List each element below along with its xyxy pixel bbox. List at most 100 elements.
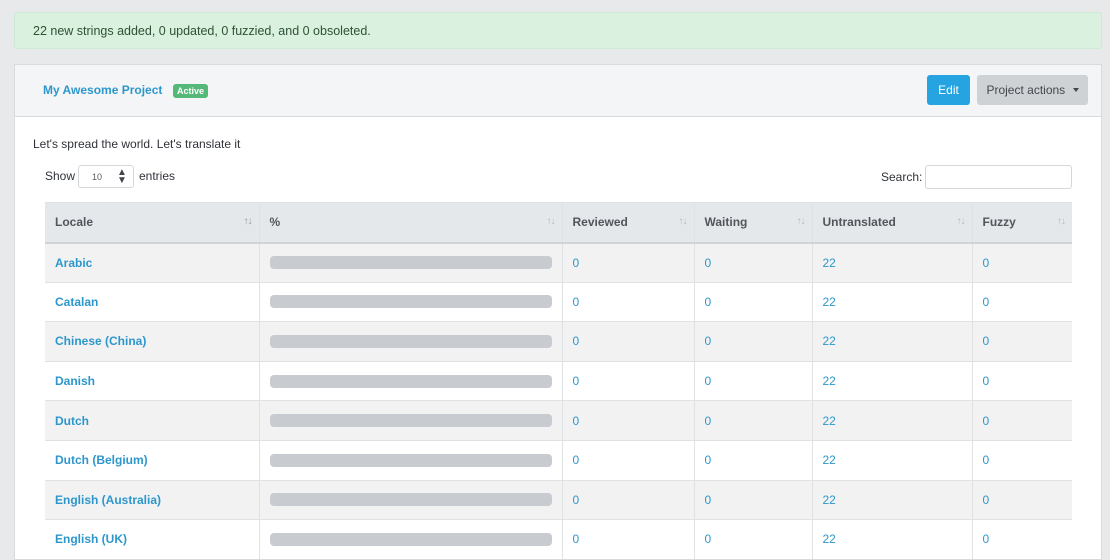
- untranslated-column-header[interactable]: Untranslated ↑↓: [812, 202, 973, 244]
- waiting-cell: 0: [694, 321, 813, 362]
- project-card: My Awesome Project Active Edit Project a…: [14, 64, 1102, 560]
- fuzzy-count-link[interactable]: 0: [983, 334, 990, 348]
- locale-link[interactable]: Dutch (Belgium): [55, 453, 148, 467]
- select-arrow-icon: ▲ ▼: [117, 167, 127, 186]
- reviewed-count-link[interactable]: 0: [573, 493, 580, 507]
- fuzzy-count-link[interactable]: 0: [983, 532, 990, 546]
- translation-progress-bar: [269, 532, 552, 546]
- waiting-count-link[interactable]: 0: [705, 334, 712, 348]
- waiting-column-header[interactable]: Waiting ↑↓: [694, 202, 813, 244]
- table-row: English (UK) 0 0 22 0: [45, 519, 1072, 559]
- fuzzy-cell: 0: [972, 519, 1072, 559]
- percent-column-header[interactable]: % ↑↓: [259, 202, 563, 244]
- untranslated-count-link[interactable]: 22: [823, 414, 836, 428]
- waiting-cell: 0: [694, 440, 813, 481]
- waiting-count-link[interactable]: 0: [705, 374, 712, 388]
- table-row: Dutch (Belgium) 0 0 22 0: [45, 440, 1072, 481]
- translation-progress-bar: [269, 334, 552, 348]
- waiting-count-link[interactable]: 0: [705, 532, 712, 546]
- untranslated-count-link[interactable]: 22: [823, 532, 836, 546]
- percent-cell: [259, 282, 563, 323]
- locale-link[interactable]: English (Australia): [55, 493, 161, 507]
- locale-cell: English (Australia): [45, 480, 260, 521]
- waiting-column-label: Waiting: [704, 215, 748, 230]
- untranslated-count-link[interactable]: 22: [823, 334, 836, 348]
- locale-link[interactable]: English (UK): [55, 532, 127, 546]
- reviewed-count-link[interactable]: 0: [573, 295, 580, 309]
- locale-link[interactable]: Catalan: [55, 295, 98, 309]
- untranslated-cell: 22: [812, 400, 973, 441]
- untranslated-count-link[interactable]: 22: [823, 493, 836, 507]
- waiting-cell: 0: [694, 519, 813, 559]
- fuzzy-cell: 0: [972, 361, 1072, 402]
- table-row: Dutch 0 0 22 0: [45, 400, 1072, 441]
- untranslated-count-link[interactable]: 22: [823, 453, 836, 467]
- locale-column-header[interactable]: Locale ↑↓: [45, 202, 260, 244]
- entries-select[interactable]: 10 ▲ ▼: [78, 165, 134, 188]
- untranslated-cell: 22: [812, 282, 973, 323]
- waiting-count-link[interactable]: 0: [705, 453, 712, 467]
- waiting-cell: 0: [694, 361, 813, 402]
- reviewed-count-link[interactable]: 0: [573, 334, 580, 348]
- waiting-cell: 0: [694, 400, 813, 441]
- table-body: Arabic 0 0 22 0 Catalan 0 0 22 0 Chinese (China) 0 0…: [45, 242, 1072, 559]
- table-row: Arabic 0 0 22 0: [45, 242, 1072, 283]
- percent-cell: [259, 361, 563, 402]
- translation-progress-bar: [269, 453, 552, 467]
- search-input[interactable]: [925, 165, 1072, 189]
- fuzzy-cell: 0: [972, 400, 1072, 441]
- locale-cell: English (UK): [45, 519, 260, 559]
- fuzzy-count-link[interactable]: 0: [983, 493, 990, 507]
- fuzzy-count-link[interactable]: 0: [983, 374, 990, 388]
- fuzzy-count-link[interactable]: 0: [983, 295, 990, 309]
- edit-button[interactable]: Edit: [927, 75, 970, 105]
- reviewed-cell: 0: [562, 282, 695, 323]
- locale-cell: Dutch: [45, 400, 260, 441]
- sort-icon: ↑↓: [1057, 216, 1066, 227]
- project-actions-button[interactable]: Project actions: [977, 75, 1088, 105]
- reviewed-count-link[interactable]: 0: [573, 374, 580, 388]
- waiting-count-link[interactable]: 0: [705, 493, 712, 507]
- reviewed-count-link[interactable]: 0: [573, 414, 580, 428]
- sort-icon: ↑↓: [243, 216, 253, 227]
- translations-table: Locale ↑↓ % ↑↓ Reviewed ↑↓ Waiting ↑↓ Un…: [45, 202, 1072, 559]
- locale-link[interactable]: Arabic: [55, 256, 92, 270]
- success-alert-message: 22 new strings added, 0 updated, 0 fuzzi…: [33, 24, 371, 38]
- fuzzy-column-label: Fuzzy: [982, 215, 1016, 230]
- locale-link[interactable]: Danish: [55, 374, 95, 388]
- sort-icon: ↑↓: [796, 216, 806, 227]
- fuzzy-column-header[interactable]: Fuzzy ↑↓: [972, 202, 1072, 244]
- waiting-count-link[interactable]: 0: [705, 414, 712, 428]
- locale-link[interactable]: Chinese (China): [55, 334, 146, 348]
- untranslated-cell: 22: [812, 480, 973, 521]
- fuzzy-count-link[interactable]: 0: [983, 453, 990, 467]
- project-title[interactable]: My Awesome Project: [43, 83, 162, 97]
- untranslated-count-link[interactable]: 22: [823, 374, 836, 388]
- sort-icon: ↑↓: [546, 216, 556, 227]
- reviewed-count-link[interactable]: 0: [573, 532, 580, 546]
- waiting-count-link[interactable]: 0: [705, 256, 712, 270]
- reviewed-count-link[interactable]: 0: [573, 453, 580, 467]
- locale-column-label: Locale: [55, 215, 94, 230]
- untranslated-count-link[interactable]: 22: [823, 295, 836, 309]
- locale-cell: Catalan: [45, 282, 260, 323]
- fuzzy-cell: 0: [972, 480, 1072, 521]
- fuzzy-count-link[interactable]: 0: [983, 256, 990, 270]
- reviewed-column-header[interactable]: Reviewed ↑↓: [562, 202, 695, 244]
- chevron-down-icon: [1072, 87, 1079, 92]
- waiting-count-link[interactable]: 0: [705, 295, 712, 309]
- untranslated-count-link[interactable]: 22: [823, 256, 836, 270]
- locale-cell: Chinese (China): [45, 321, 260, 362]
- untranslated-column-label: Untranslated: [822, 215, 896, 230]
- project-actions-button-label: Project actions: [986, 83, 1066, 97]
- translations-table-container: Locale ↑↓ % ↑↓ Reviewed ↑↓ Waiting ↑↓ Un…: [45, 202, 1072, 559]
- locale-link[interactable]: Dutch: [55, 414, 89, 428]
- fuzzy-cell: 0: [972, 321, 1072, 362]
- untranslated-cell: 22: [812, 440, 973, 481]
- reviewed-count-link[interactable]: 0: [573, 256, 580, 270]
- fuzzy-count-link[interactable]: 0: [983, 414, 990, 428]
- locale-cell: Dutch (Belgium): [45, 440, 260, 481]
- fuzzy-cell: 0: [972, 282, 1072, 323]
- waiting-cell: 0: [694, 242, 813, 283]
- fuzzy-cell: 0: [972, 440, 1072, 481]
